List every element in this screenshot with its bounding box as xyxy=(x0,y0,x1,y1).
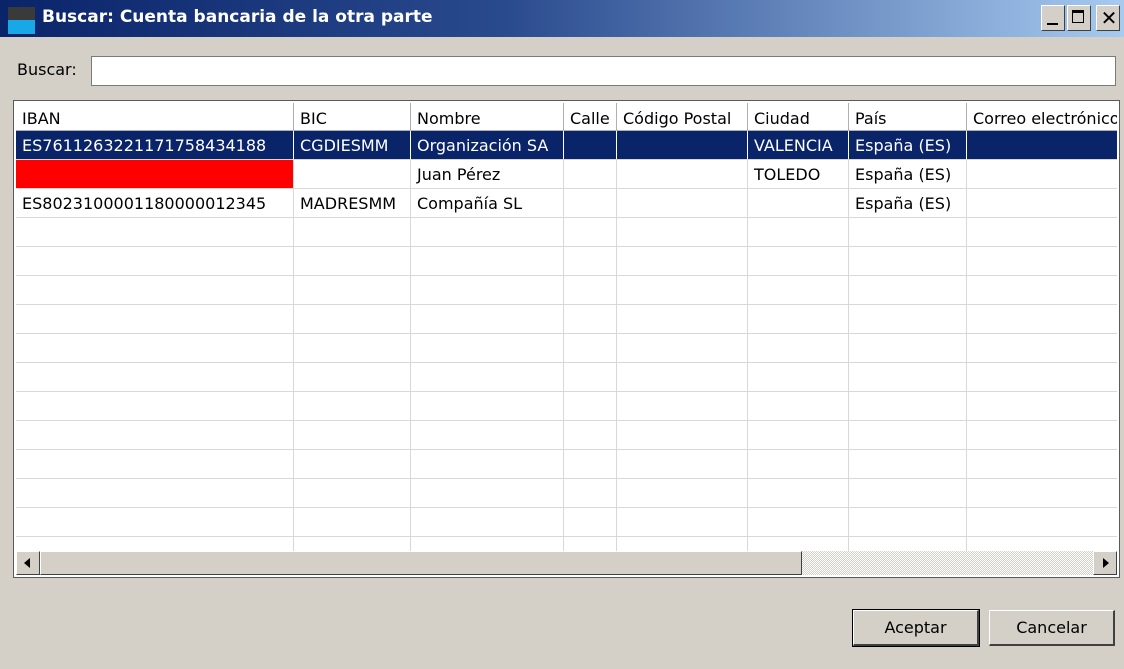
cell-ciudad[interactable]: VALENCIA xyxy=(748,131,849,159)
cell-iban[interactable]: ES8023100001180000012345 xyxy=(16,189,294,217)
column-header-codigo-postal[interactable]: Código Postal xyxy=(617,103,748,131)
minimize-icon xyxy=(1047,23,1058,25)
arrow-left-icon xyxy=(24,558,30,568)
cell-calle[interactable] xyxy=(564,160,617,188)
column-header-ciudad[interactable]: Ciudad xyxy=(748,103,849,131)
row-divider xyxy=(16,333,1117,334)
search-label: Buscar: xyxy=(17,60,77,79)
row-divider xyxy=(16,217,1117,218)
cell-correo[interactable] xyxy=(967,160,1117,188)
cell-iban[interactable]: ES7611263221171758434188 xyxy=(16,131,294,159)
cell-bic[interactable] xyxy=(294,160,411,188)
column-header-calle[interactable]: Calle xyxy=(564,103,617,131)
cell-iban[interactable] xyxy=(16,160,294,188)
cell-codigo-postal[interactable] xyxy=(617,160,748,188)
row-divider xyxy=(16,449,1117,450)
column-header-nombre[interactable]: Nombre xyxy=(411,103,564,131)
row-divider xyxy=(16,507,1117,508)
cell-pais[interactable]: España (ES) xyxy=(849,131,967,159)
row-divider xyxy=(16,536,1117,537)
scrollbar-thumb[interactable] xyxy=(40,551,802,575)
cell-correo[interactable] xyxy=(967,189,1117,217)
cell-pais[interactable]: España (ES) xyxy=(849,160,967,188)
window-title: Buscar: Cuenta bancaria de la otra parte xyxy=(42,7,433,27)
cell-codigo-postal[interactable] xyxy=(617,189,748,217)
scroll-left-button[interactable] xyxy=(16,551,40,575)
app-icon xyxy=(8,7,35,34)
cell-bic[interactable]: MADRESMM xyxy=(294,189,411,217)
maximize-button[interactable] xyxy=(1067,5,1091,31)
row-divider xyxy=(16,391,1117,392)
row-divider xyxy=(16,304,1117,305)
cancel-button[interactable]: Cancelar xyxy=(989,610,1115,646)
cell-nombre[interactable]: Organización SA xyxy=(411,131,564,159)
close-button[interactable]: ✕ xyxy=(1096,5,1120,31)
table-row[interactable]: ES7611263221171758434188 CGDIESMM Organiza… xyxy=(16,131,1117,159)
maximize-icon xyxy=(1072,10,1084,23)
row-divider xyxy=(16,362,1117,363)
title-bar[interactable]: Buscar: Cuenta bancaria de la otra parte… xyxy=(0,0,1124,37)
minimize-button[interactable] xyxy=(1041,5,1065,31)
scroll-right-button[interactable] xyxy=(1093,551,1117,575)
horizontal-scrollbar[interactable] xyxy=(16,551,1117,575)
cell-pais[interactable]: España (ES) xyxy=(849,189,967,217)
search-input[interactable] xyxy=(91,56,1116,86)
cell-nombre[interactable]: Juan Pérez xyxy=(411,160,564,188)
cell-calle[interactable] xyxy=(564,189,617,217)
column-header-pais[interactable]: País xyxy=(849,103,967,131)
row-divider xyxy=(16,246,1117,247)
cell-calle[interactable] xyxy=(564,131,617,159)
arrow-right-icon xyxy=(1103,558,1109,568)
cell-bic[interactable]: CGDIESMM xyxy=(294,131,411,159)
row-divider xyxy=(16,420,1117,421)
column-header-correo[interactable]: Correo electrónico xyxy=(967,103,1117,131)
column-header-bic[interactable]: BIC xyxy=(294,103,411,131)
cell-ciudad[interactable]: TOLEDO xyxy=(748,160,849,188)
cell-ciudad[interactable] xyxy=(748,189,849,217)
accept-button[interactable]: Aceptar xyxy=(852,609,980,647)
row-divider xyxy=(16,478,1117,479)
cell-nombre[interactable]: Compañía SL xyxy=(411,189,564,217)
close-icon: ✕ xyxy=(1100,6,1118,30)
cell-correo[interactable] xyxy=(967,131,1117,159)
table-row[interactable]: Juan Pérez TOLEDO España (ES) xyxy=(16,160,1117,188)
results-table[interactable]: IBAN BIC Nombre Calle Código Postal Ciudad Paí… xyxy=(13,100,1120,578)
cell-codigo-postal[interactable] xyxy=(617,131,748,159)
table-row[interactable]: ES8023100001180000012345 MADRESMM Compañía… xyxy=(16,189,1117,217)
column-header-iban[interactable]: IBAN xyxy=(16,103,294,131)
table-viewport: IBAN BIC Nombre Calle Código Postal Ciudad Paí… xyxy=(16,103,1117,551)
row-divider xyxy=(16,275,1117,276)
